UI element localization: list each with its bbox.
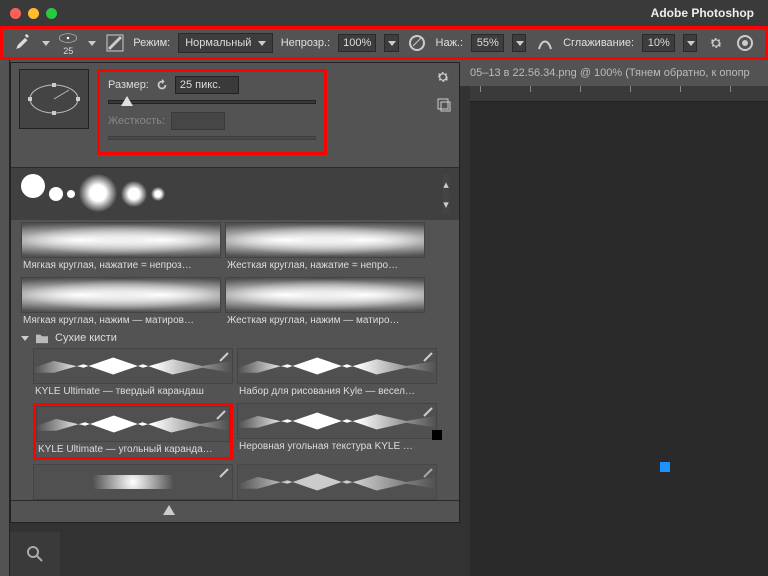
zoom-tool-icon[interactable] — [27, 546, 43, 562]
brush-preset[interactable]: Мягкая круглая, нажатие = непроз… — [21, 222, 221, 273]
flow-input[interactable]: 55% — [471, 34, 504, 52]
mode-select[interactable]: Нормальный — [178, 33, 272, 53]
brush-preset-selected[interactable]: KYLE Ultimate — угольный каранда… — [33, 403, 233, 460]
pressure-size-icon[interactable] — [734, 31, 755, 55]
brush-tip[interactable] — [21, 174, 45, 198]
smoothing-input[interactable]: 10% — [642, 34, 675, 52]
airbrush-icon[interactable] — [534, 31, 555, 55]
panel-settings-icon[interactable] — [435, 69, 451, 88]
canvas-marker — [660, 462, 670, 472]
hardness-input — [171, 112, 225, 130]
hardness-label: Жесткость: — [108, 115, 165, 127]
mode-value: Нормальный — [185, 37, 251, 49]
size-input[interactable]: 25 пикс. — [175, 76, 239, 94]
brush-tool-icon[interactable] — [13, 32, 32, 54]
opacity-flyout[interactable] — [384, 34, 398, 52]
brush-preset[interactable]: Жесткая круглая, нажим — матиро… — [225, 277, 425, 328]
size-slider[interactable] — [108, 100, 316, 104]
tip-scroll-up[interactable]: ▴ — [443, 174, 449, 194]
opacity-input[interactable]: 100% — [338, 34, 376, 52]
reset-size-icon[interactable] — [155, 78, 169, 92]
brush-tip[interactable] — [49, 187, 63, 201]
smoothing-options-icon[interactable] — [705, 31, 726, 55]
brush-tip[interactable] — [121, 181, 147, 207]
mode-label: Режим: — [133, 37, 170, 49]
flow-flyout[interactable] — [512, 34, 526, 52]
brush-preset-panel: Размер: 25 пикс. Жесткость: ▴ — [10, 62, 460, 523]
brush-preset[interactable]: Набор для рисования Kyle — весел… — [237, 348, 437, 399]
pressure-opacity-icon[interactable] — [407, 31, 428, 55]
brush-tip[interactable] — [151, 187, 165, 201]
brush-tip-preview — [19, 69, 89, 129]
brush-tip-row: ▴ ▾ — [11, 167, 459, 220]
preview-size-thumb[interactable] — [163, 505, 175, 515]
brush-preset[interactable]: Жесткая круглая, нажатие = непро… — [225, 222, 425, 273]
brush-preset[interactable]: Мягкая круглая, нажим — матиров… — [21, 277, 221, 328]
brush-preset-picker[interactable]: 25 — [58, 30, 78, 56]
brush-settings-icon[interactable] — [104, 31, 125, 55]
brush-preset[interactable]: KYLE Ultimate — твердый карандаш — [33, 348, 233, 399]
opacity-label: Непрозр.: — [281, 37, 330, 49]
size-label: Размер: — [108, 79, 149, 91]
folder-dry-brushes[interactable]: Сухие кисти — [21, 328, 449, 348]
brush-preset[interactable]: Неровная угольная текстура KYLE … — [237, 403, 437, 460]
popout-panel-icon[interactable] — [437, 98, 451, 115]
brush-tip[interactable] — [79, 174, 117, 212]
window-min-dot[interactable] — [28, 8, 39, 19]
horizontal-ruler — [470, 86, 768, 102]
document-tab[interactable]: 05–13 в 22.56.34.png @ 100% (Тянем обрат… — [470, 67, 750, 79]
ruler-tick — [480, 86, 483, 92]
tools-panel[interactable] — [0, 60, 10, 576]
brush-preset-list[interactable]: Мягкая круглая, нажатие = непроз… Жестка… — [11, 220, 459, 500]
canvas-area[interactable] — [470, 102, 768, 576]
options-bar: 25 Режим: Нормальный Непрозр.: 100% Наж.… — [0, 26, 768, 60]
preview-size-slider[interactable] — [11, 500, 459, 522]
brush-preset[interactable]: Ластик Kyle — естественная кромка — [237, 464, 437, 500]
preset-caret[interactable] — [88, 41, 96, 46]
brush-tip[interactable] — [67, 190, 75, 198]
window-close-dot[interactable] — [10, 8, 21, 19]
brush-preset[interactable]: Kyle Ultimate — пастельные краски — [33, 464, 233, 500]
size-hardness-group: Размер: 25 пикс. Жесткость: — [97, 69, 327, 155]
brush-size-label: 25 — [63, 46, 73, 56]
window-max-dot[interactable] — [46, 8, 57, 19]
app-title: Adobe Photoshop — [651, 6, 754, 20]
bottom-left-tools — [10, 532, 60, 576]
flow-label: Наж.: — [436, 37, 464, 49]
tip-scroll-down[interactable]: ▾ — [443, 194, 449, 214]
size-slider-thumb[interactable] — [121, 96, 133, 106]
tool-flyout-caret[interactable] — [42, 41, 50, 46]
hardness-slider — [108, 136, 316, 140]
smoothing-flyout[interactable] — [683, 34, 697, 52]
smoothing-label: Сглаживание: — [563, 37, 634, 49]
